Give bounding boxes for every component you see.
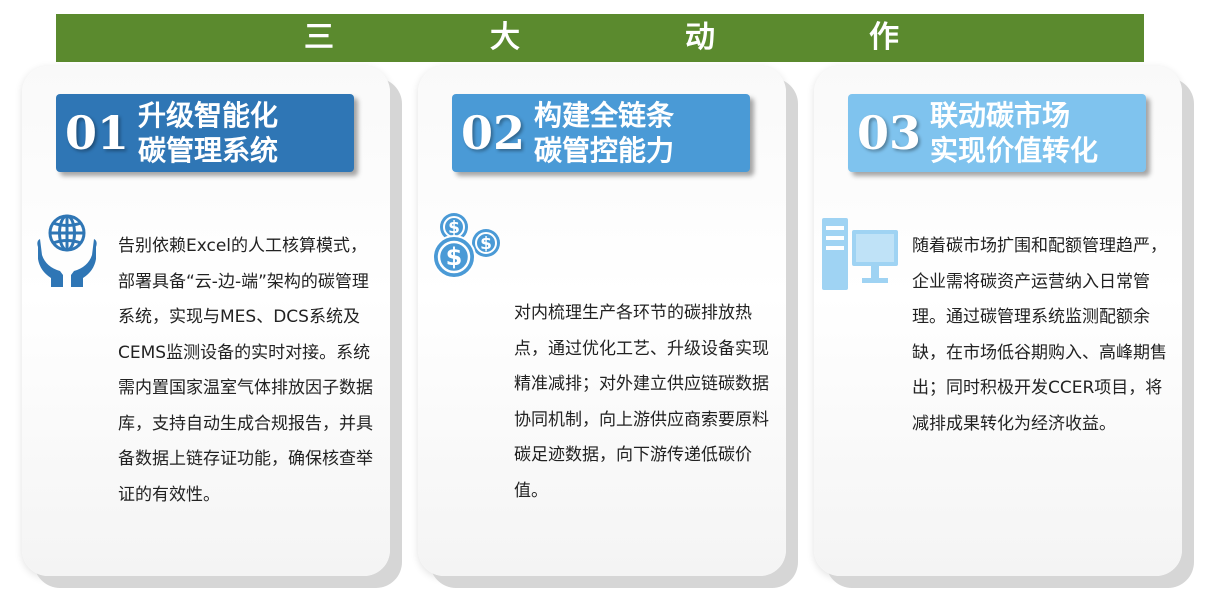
action-card-1: 01 升级智能化 碳管理系统 告别依赖Excel的人工核算模式，部署具备“云-边… bbox=[22, 66, 390, 576]
card-title: 构建全链条 碳管控能力 bbox=[534, 99, 675, 167]
banner-char: 大 bbox=[490, 20, 520, 55]
card-title: 联动碳市场 实现价值转化 bbox=[930, 99, 1099, 167]
card-description: 告别依赖Excel的人工核算模式，部署具备“云-边-端”架构的碳管理系统，实现与… bbox=[118, 236, 373, 505]
header-banner: 三 大 动 作 bbox=[56, 14, 1144, 62]
svg-text:$: $ bbox=[480, 234, 492, 254]
globe-hands-icon bbox=[37, 214, 97, 287]
card-tag-2: 02 构建全链条 碳管控能力 bbox=[452, 94, 750, 172]
card-number: 01 bbox=[64, 106, 129, 160]
banner-char: 三 bbox=[304, 20, 334, 55]
action-card-2: 02 构建全链条 碳管控能力 $ $ $ 对内梳理生产各环节的碳排放热点，通过优… bbox=[418, 66, 786, 576]
desktop-computer-icon bbox=[822, 218, 898, 290]
action-card-3: 03 联动碳市场 实现价值转化 随着碳市场扩围和配额管理趋严，企业需将碳资产运营… bbox=[814, 66, 1182, 576]
banner-char: 作 bbox=[869, 20, 899, 55]
card-number: 03 bbox=[856, 106, 921, 160]
svg-text:$: $ bbox=[446, 243, 463, 271]
card-description: 对内梳理生产各环节的碳排放热点，通过优化工艺、升级设备实现精准减排；对外建立供应… bbox=[514, 303, 769, 501]
banner-char: 动 bbox=[685, 20, 715, 55]
dollar-coins-icon: $ $ $ bbox=[432, 213, 500, 279]
card-description: 随着碳市场扩围和配额管理趋严，企业需将碳资产运营纳入日常管理。通过碳管理系统监测… bbox=[912, 236, 1167, 434]
card-tag-1: 01 升级智能化 碳管理系统 bbox=[56, 94, 354, 172]
card-number: 02 bbox=[460, 106, 525, 160]
card-tag-3: 03 联动碳市场 实现价值转化 bbox=[848, 94, 1146, 172]
card-title: 升级智能化 碳管理系统 bbox=[138, 99, 279, 167]
